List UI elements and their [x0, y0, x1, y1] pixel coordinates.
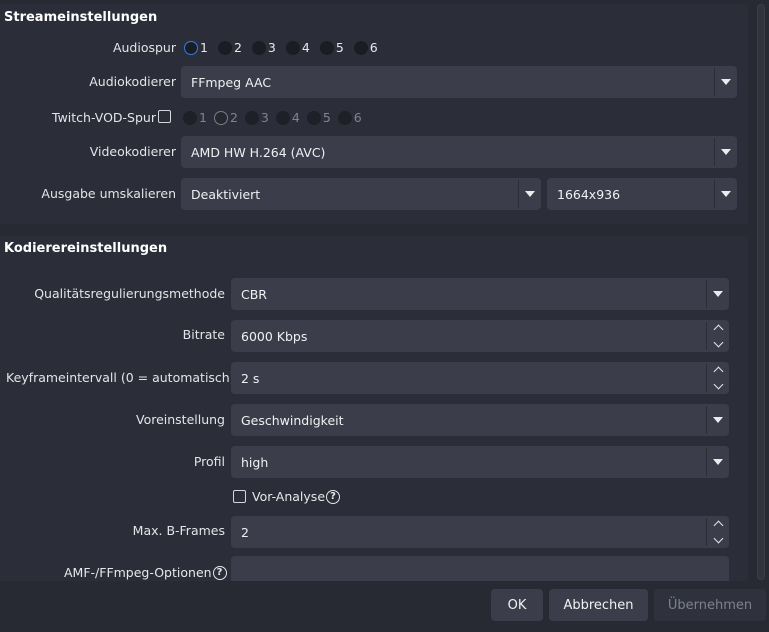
chevron-up-icon — [713, 324, 723, 334]
chevron-up-icon — [713, 366, 723, 376]
profile-value: high — [241, 454, 269, 470]
radio-icon[interactable] — [353, 40, 368, 55]
twitch-vod-option-2[interactable]: 2 — [213, 110, 238, 125]
keyframe-interval-spinbox[interactable]: 2 s — [231, 362, 729, 394]
radio-icon[interactable] — [251, 40, 266, 55]
twitch-vod-radio-group: 1 2 3 4 5 6 — [183, 110, 369, 125]
chevron-down-icon[interactable] — [721, 79, 731, 85]
spin-up-button[interactable] — [713, 518, 723, 530]
stream-settings-title: Streameinstellungen — [4, 10, 158, 25]
chevron-down-icon — [713, 533, 723, 543]
rescale-select[interactable]: Deaktiviert — [181, 178, 541, 210]
rescale-resolution-select[interactable]: 1664x936 — [547, 178, 737, 210]
help-icon[interactable]: ? — [326, 489, 341, 504]
rate-control-label: Qualitätsregulierungsmethode — [34, 286, 225, 301]
profile-label: Profil — [193, 454, 225, 469]
bframes-spinbox[interactable]: 2 — [231, 516, 729, 548]
cancel-button[interactable]: Abbrechen — [549, 589, 648, 621]
chevron-down-icon — [713, 379, 723, 389]
audio-track-option-1[interactable]: 1 — [184, 40, 208, 55]
chevron-down-icon[interactable] — [713, 459, 723, 465]
twitch-vod-label: Twitch-VOD-Spur — [52, 110, 156, 125]
audio-track-label: Audiospur — [112, 40, 176, 55]
amf-options-label-group: AMF-/FFmpeg-Optionen ? — [64, 565, 227, 580]
chevron-down-icon — [713, 337, 723, 347]
bitrate-spinbox[interactable]: 6000 Kbps — [231, 320, 729, 352]
profile-select[interactable]: high — [231, 446, 729, 478]
radio-icon[interactable] — [217, 40, 232, 55]
audio-track-option-4[interactable]: 4 — [285, 40, 310, 55]
video-encoder-value: AMD HW H.264 (AVC) — [191, 144, 326, 160]
rate-control-select[interactable]: CBR — [231, 278, 729, 310]
audio-encoder-value: FFmpeg AAC — [191, 74, 272, 90]
radio-icon[interactable] — [183, 110, 197, 125]
radio-icon[interactable] — [337, 110, 352, 125]
spin-down-button[interactable] — [713, 337, 723, 348]
rescale-resolution-value: 1664x936 — [557, 186, 621, 202]
twitch-vod-option-3[interactable]: 3 — [244, 110, 269, 125]
preanalysis-label: Vor-Analyse — [252, 489, 326, 504]
video-encoder-label: Videokodierer — [89, 144, 176, 159]
preanalysis-checkbox[interactable] — [233, 490, 246, 503]
rate-control-value: CBR — [241, 286, 267, 302]
spin-up-button[interactable] — [713, 364, 723, 376]
preset-select[interactable]: Geschwindigkeit — [231, 404, 729, 436]
apply-button[interactable]: Übernehmen — [654, 589, 766, 621]
radio-icon[interactable] — [319, 40, 334, 55]
twitch-vod-option-4[interactable]: 4 — [275, 110, 300, 125]
preanalysis-option: Vor-Analyse ? — [252, 489, 341, 504]
amf-options-input[interactable] — [231, 556, 729, 581]
radio-icon[interactable] — [244, 110, 259, 125]
chevron-down-icon[interactable] — [713, 291, 723, 297]
radio-checked-icon[interactable] — [213, 110, 228, 125]
twitch-vod-option-1[interactable]: 1 — [183, 110, 207, 125]
audio-track-option-5[interactable]: 5 — [319, 40, 344, 55]
chevron-up-icon — [713, 520, 723, 530]
rescale-value: Deaktiviert — [191, 186, 261, 202]
chevron-down-icon[interactable] — [721, 191, 731, 197]
spin-down-button[interactable] — [713, 379, 723, 390]
twitch-vod-checkbox[interactable] — [158, 110, 171, 123]
preset-label: Voreinstellung — [135, 412, 225, 427]
radio-icon[interactable] — [275, 110, 290, 125]
scrollbar-thumb[interactable] — [757, 4, 765, 580]
twitch-vod-option-5[interactable]: 5 — [306, 110, 331, 125]
spin-down-button[interactable] — [713, 533, 723, 544]
keyframe-interval-value: 2 s — [241, 370, 260, 386]
twitch-vod-option-6[interactable]: 6 — [337, 110, 362, 125]
radio-icon[interactable] — [285, 40, 300, 55]
audio-track-radio-group: 1 2 3 4 5 6 — [184, 40, 388, 55]
preset-value: Geschwindigkeit — [241, 412, 344, 428]
bitrate-value: 6000 Kbps — [241, 328, 308, 344]
bframes-value: 2 — [241, 524, 249, 540]
audio-encoder-select[interactable]: FFmpeg AAC — [181, 66, 737, 98]
chevron-down-icon[interactable] — [721, 149, 731, 155]
rescale-label: Ausgabe umskalieren — [41, 186, 176, 201]
chevron-down-icon[interactable] — [713, 417, 723, 423]
video-encoder-select[interactable]: AMD HW H.264 (AVC) — [181, 136, 737, 168]
audio-track-option-6[interactable]: 6 — [353, 40, 378, 55]
amf-options-label: AMF-/FFmpeg-Optionen — [64, 565, 212, 580]
audio-track-option-3[interactable]: 3 — [251, 40, 276, 55]
radio-icon[interactable] — [306, 110, 321, 125]
bframes-label: Max. B-Frames — [132, 523, 225, 538]
ok-button[interactable]: OK — [491, 589, 543, 621]
audio-track-option-2[interactable]: 2 — [217, 40, 242, 55]
help-icon[interactable]: ? — [212, 565, 227, 580]
bitrate-label: Bitrate — [182, 327, 225, 342]
chevron-down-icon[interactable] — [525, 191, 535, 197]
audio-encoder-label: Audiokodierer — [89, 74, 176, 89]
keyframe-interval-label: Keyframeintervall (0 = automatisch) — [6, 370, 235, 385]
spin-up-button[interactable] — [713, 322, 723, 334]
radio-checked-icon[interactable] — [184, 40, 198, 55]
encoder-settings-title: Kodierereinstellungen — [4, 241, 168, 256]
